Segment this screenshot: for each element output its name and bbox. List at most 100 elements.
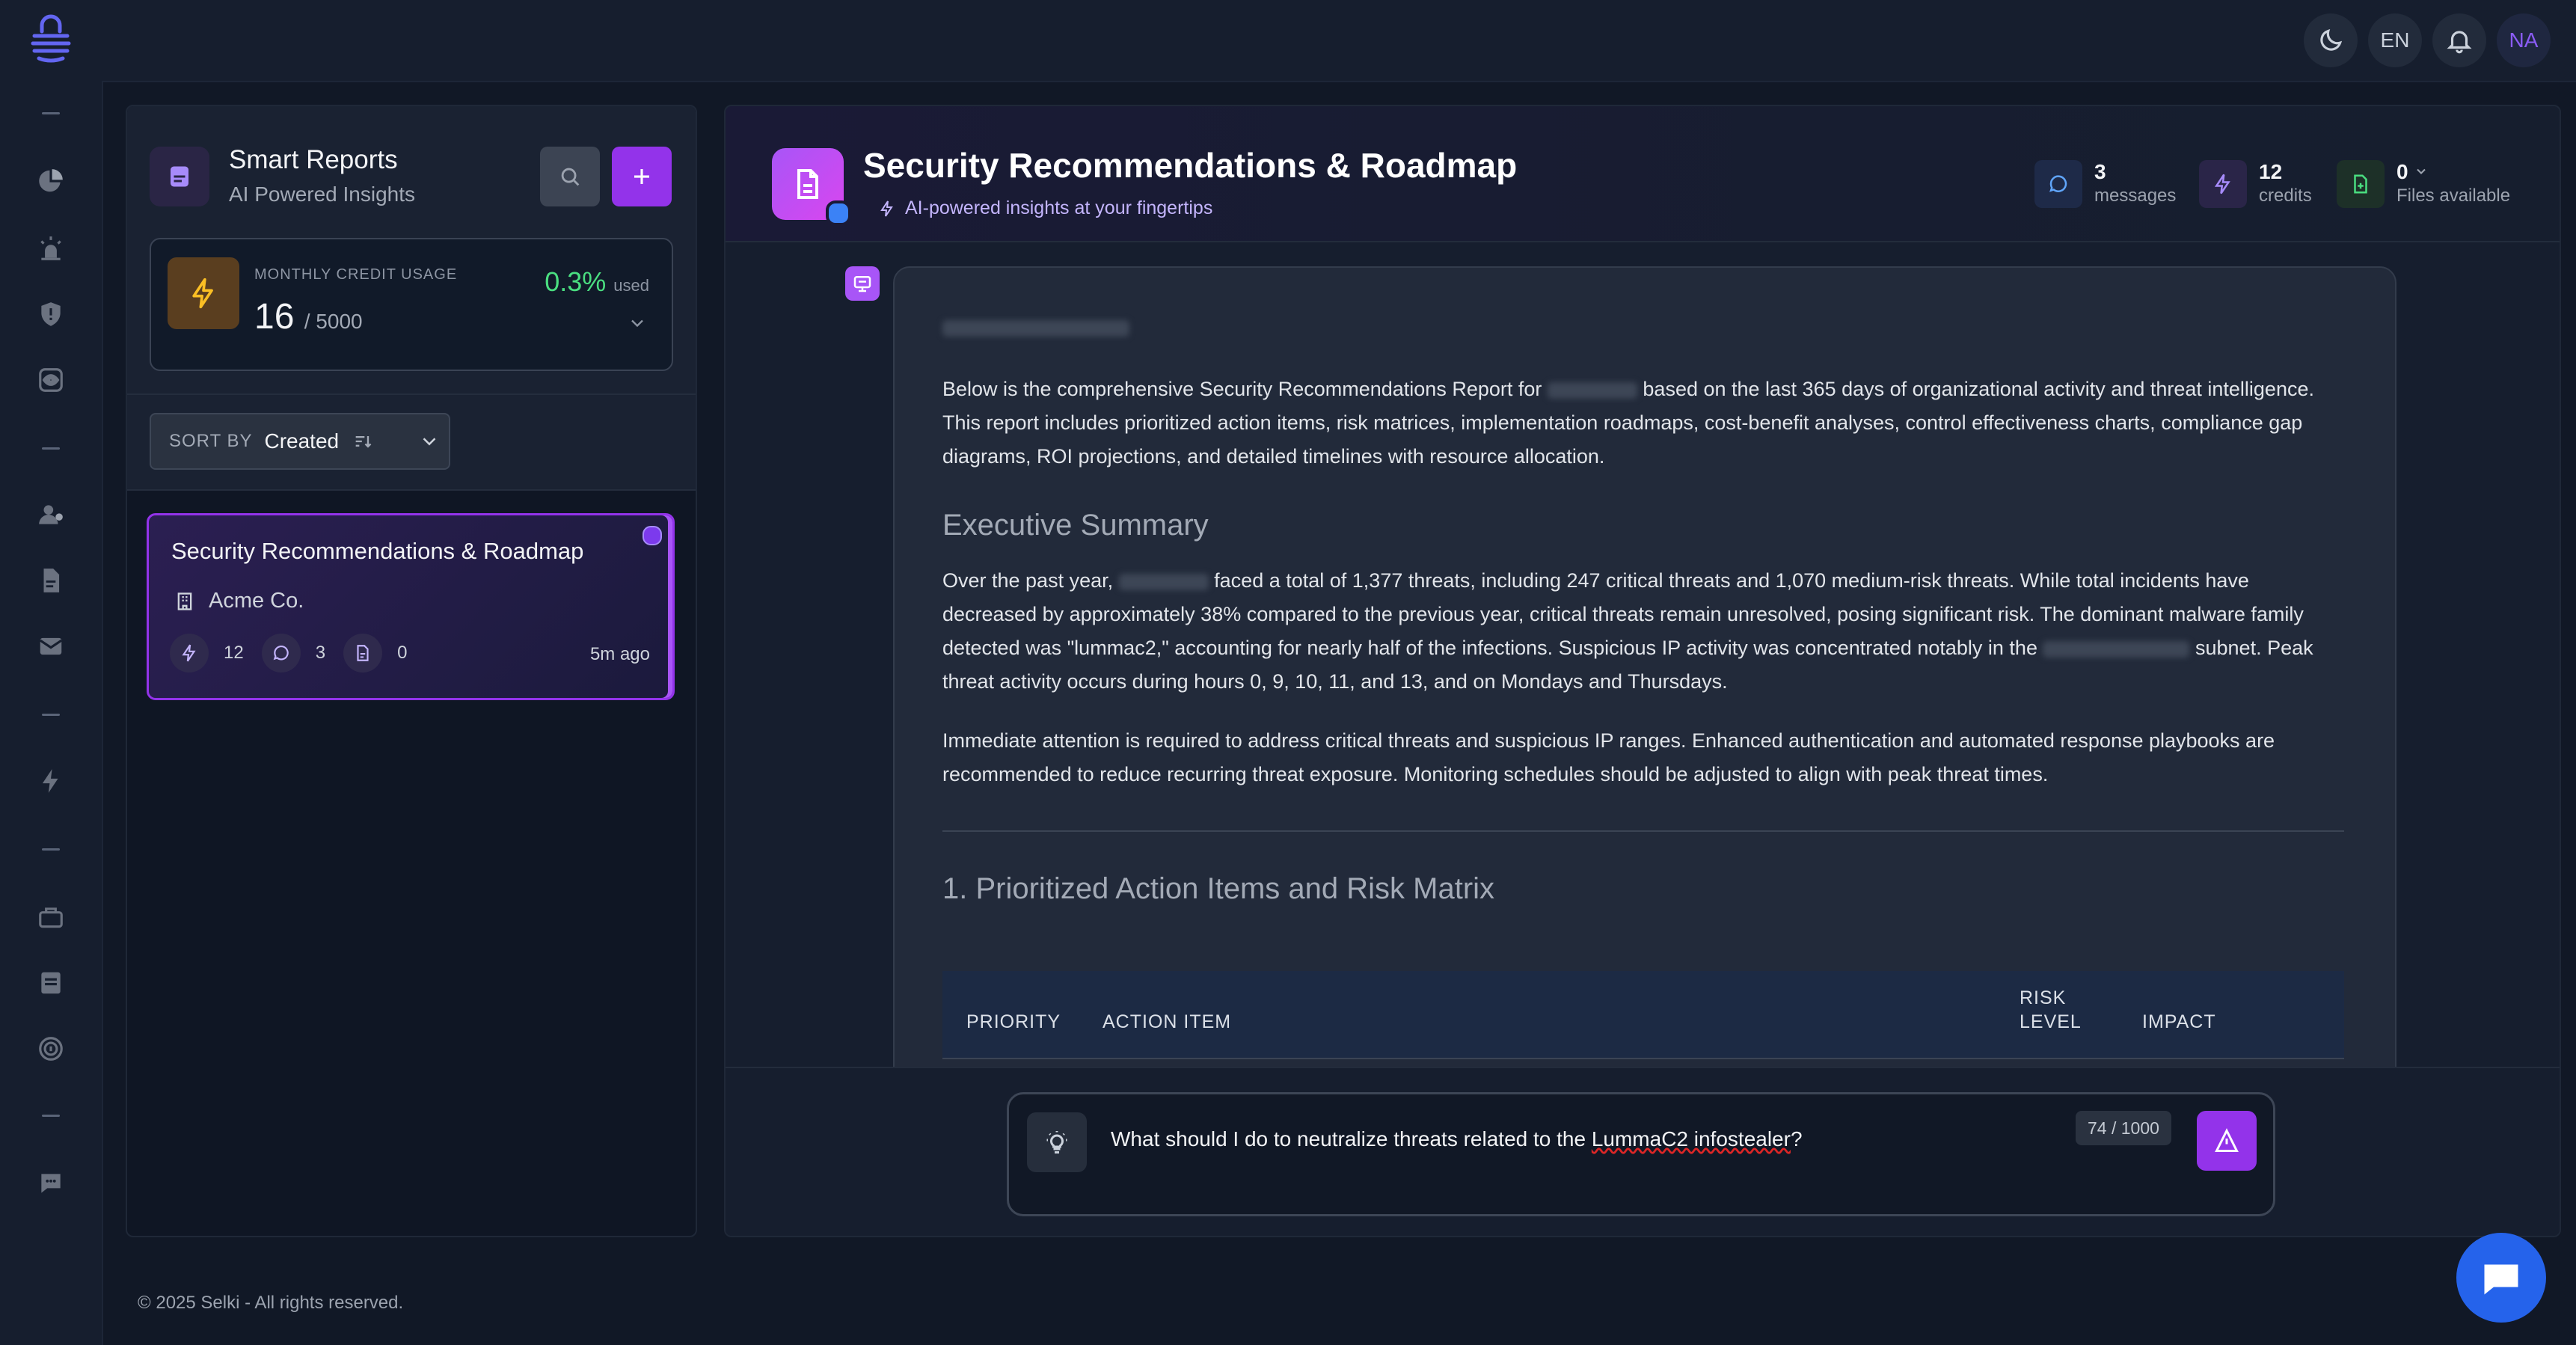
- nav-mail-icon[interactable]: [0, 616, 102, 676]
- chat-icon: [2484, 1264, 2518, 1295]
- company-name: Acme Co.: [209, 589, 304, 613]
- col-risk-level: RISK LEVEL: [2020, 986, 2082, 1034]
- nav-chat-icon[interactable]: [0, 1153, 102, 1213]
- nav-alarm-icon[interactable]: [0, 218, 102, 278]
- report-files-stat: 0: [343, 634, 407, 672]
- report-item-stats: 12 3 0: [170, 634, 425, 672]
- credits-used: 16: [254, 297, 295, 337]
- section-divider: [942, 830, 2344, 832]
- sort-value: Created: [264, 429, 340, 453]
- nav-divider: [42, 447, 60, 450]
- theme-toggle-moon-icon[interactable]: [2304, 13, 2358, 67]
- sort-label: SORT BY: [169, 431, 253, 451]
- support-chat-button[interactable]: [2456, 1233, 2546, 1323]
- files-label: Files available: [2396, 186, 2511, 206]
- report-item-title: Security Recommendations & Roadmap: [171, 538, 584, 564]
- chevron-down-icon: [423, 438, 436, 446]
- col-impact: IMPACT: [2142, 1011, 2216, 1032]
- report-title: Security Recommendations & Roadmap: [863, 146, 1518, 185]
- intro-text-a: Below is the comprehensive Security Reco…: [942, 378, 1542, 400]
- character-counter: 74 / 1000: [2076, 1111, 2171, 1145]
- reports-panel-title: Smart Reports: [229, 145, 398, 174]
- report-item-company: Acme Co.: [174, 589, 304, 613]
- nav-analytics-icon[interactable]: [0, 151, 102, 211]
- prompt-input-text[interactable]: What should I do to neutralize threats r…: [1111, 1127, 1803, 1151]
- report-credits-stat: 12: [170, 634, 244, 672]
- nav-users-icon[interactable]: [0, 485, 102, 545]
- nav-fingerprint-icon[interactable]: [0, 1019, 102, 1079]
- report-messages-count: 3: [315, 643, 326, 663]
- col-action-item: ACTION ITEM: [1103, 1011, 1232, 1032]
- suggestions-lightbulb-icon[interactable]: [1027, 1112, 1087, 1172]
- plus-icon: [634, 169, 649, 184]
- active-indicator: [643, 526, 662, 545]
- files-count-row: 0: [2396, 160, 2510, 184]
- chevron-down-icon[interactable]: [627, 313, 648, 334]
- report-subtitle-text: AI-powered insights at your fingertips: [905, 197, 1213, 218]
- nav-notes-icon[interactable]: [0, 953, 102, 1013]
- nav-divider: [42, 714, 60, 716]
- reports-panel: Smart Reports AI Powered Insights MONTHL…: [126, 105, 697, 1237]
- credit-usage-label: MONTHLY CREDIT USAGE: [254, 266, 458, 283]
- sort-dropdown[interactable]: SORT BY Created: [150, 413, 450, 470]
- col-priority: PRIORITY: [966, 1011, 1061, 1032]
- lightning-icon: [2199, 160, 2247, 208]
- search-reports-button[interactable]: [540, 147, 600, 206]
- credit-lightning-icon: [168, 257, 239, 329]
- exec-text-a: Over the past year,: [942, 569, 1114, 592]
- credits-stat: 12 credits: [2199, 160, 2312, 208]
- redacted-greeting: [942, 320, 1129, 337]
- reports-panel-subtitle: AI Powered Insights: [229, 183, 416, 206]
- send-button[interactable]: [2197, 1111, 2257, 1171]
- prompt-input[interactable]: What should I do to neutralize threats r…: [1007, 1092, 2275, 1216]
- credits-count: 12: [2259, 160, 2283, 183]
- nav-lightning-icon[interactable]: [0, 751, 102, 811]
- report-header: Security Recommendations & Roadmap AI-po…: [726, 106, 2560, 242]
- file-icon: [343, 634, 383, 672]
- action-items-table-header: PRIORITY ACTION ITEM RISK LEVEL IMPACT: [942, 971, 2344, 1059]
- sort-order-icon: [355, 436, 372, 448]
- executive-summary-paragraph-2: Immediate attention is required to addre…: [942, 729, 2275, 785]
- credit-usage-percent: 0.3% used: [545, 266, 649, 298]
- report-messages-stat: 3: [261, 634, 326, 672]
- nav-divider: [42, 1115, 60, 1117]
- credit-usage-card[interactable]: MONTHLY CREDIT USAGE 16 / 5000 0.3% used: [150, 238, 673, 371]
- nav-shield-icon[interactable]: [0, 284, 102, 344]
- prompt-text-spellcheck: LummaC2 infostealer: [1591, 1127, 1791, 1151]
- language-button[interactable]: EN: [2368, 13, 2422, 67]
- lightning-icon: [170, 634, 209, 672]
- report-subtitle: AI-powered insights at your fingertips: [878, 197, 1212, 219]
- footer-copyright: © 2025 Selki - All rights reserved.: [138, 1293, 404, 1313]
- nav-reports-icon[interactable]: [0, 551, 102, 610]
- message-bubble-icon: [2034, 160, 2082, 208]
- credits-label: credits: [2259, 186, 2312, 206]
- prompt-text-part: What should I do to neutralize threats r…: [1111, 1127, 1592, 1151]
- files-count: 0: [2396, 160, 2408, 183]
- redacted-subnet: [2043, 640, 2190, 658]
- top-bar: EN NA: [102, 0, 2576, 82]
- assistant-message: Below is the comprehensive Security Reco…: [893, 266, 2396, 1092]
- chevron-down-icon: [2417, 168, 2426, 174]
- brand-logo-icon[interactable]: [27, 13, 75, 64]
- notifications-bell-icon[interactable]: [2432, 13, 2486, 67]
- building-icon: [177, 592, 192, 610]
- message-bubble-icon: [261, 634, 301, 672]
- report-files-count: 0: [397, 643, 408, 663]
- sort-bar: SORT BY Created: [127, 393, 696, 491]
- messages-count: 3: [2094, 160, 2106, 183]
- redacted-company: [1547, 382, 1637, 399]
- messages-stat: 3 messages: [2034, 160, 2176, 208]
- report-list-item[interactable]: Security Recommendations & Roadmap Acme …: [147, 513, 675, 700]
- user-avatar[interactable]: NA: [2497, 13, 2551, 67]
- prompt-text-part: ?: [1790, 1127, 1803, 1151]
- files-stat[interactable]: 0 Files available: [2337, 160, 2510, 208]
- file-plus-icon: [2337, 160, 2385, 208]
- col-risk-level-line-2: LEVEL: [2020, 1011, 2082, 1032]
- send-icon: [2215, 1128, 2239, 1152]
- nav-divider: [42, 848, 60, 851]
- nav-monitor-eye-icon[interactable]: [0, 350, 102, 410]
- add-report-button[interactable]: [612, 147, 672, 206]
- redacted-company: [1118, 573, 1209, 590]
- nav-briefcase-icon[interactable]: [0, 887, 102, 947]
- credit-usage-value: 16 / 5000: [254, 296, 363, 337]
